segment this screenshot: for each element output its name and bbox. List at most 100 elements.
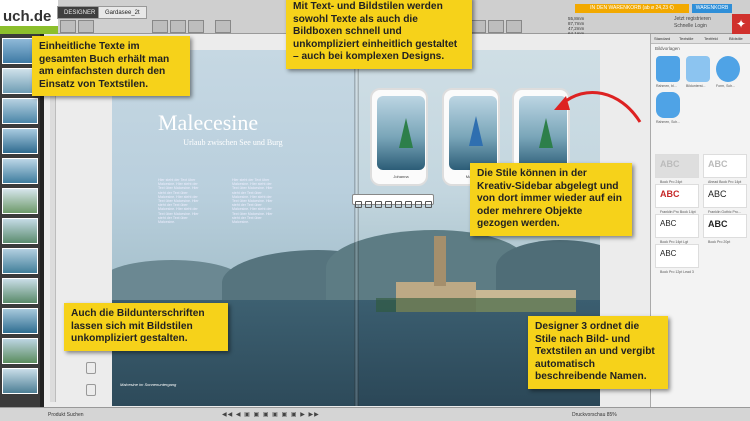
thumbnail[interactable] (2, 158, 38, 184)
thumbnail[interactable] (2, 188, 38, 214)
add-to-cart-button[interactable]: IN DEN WARENKORB (ab ø 24,23 €) (575, 4, 689, 13)
thumbnail[interactable] (2, 338, 38, 364)
sail-shape (399, 118, 413, 148)
castle-tower (434, 236, 446, 286)
text-style-sample: ABC (660, 159, 680, 169)
rotate-icon[interactable] (385, 201, 392, 208)
callout-image-captions: Auch die Bildunterschriften lassen sich … (64, 303, 228, 351)
undo-icon[interactable] (60, 20, 76, 33)
thumbnail[interactable] (2, 278, 38, 304)
image-tool-icon[interactable] (170, 20, 186, 33)
tab-designer[interactable]: DESIGNER (57, 6, 103, 19)
left-page[interactable]: Malecesine Urlaub zwischen See und Burg … (112, 50, 382, 406)
shape-tool-icon[interactable] (188, 20, 204, 33)
layers-icon[interactable] (415, 201, 422, 208)
image-caption[interactable]: Johanna (378, 174, 424, 179)
tab-bildstile[interactable]: Bildstile (729, 36, 743, 41)
filter-icon[interactable] (395, 201, 402, 208)
tab-standard[interactable]: Standard (654, 36, 670, 41)
logo-text: uch.de (3, 8, 52, 25)
windsurfer-photo (377, 96, 425, 170)
trash-icon[interactable] (86, 384, 96, 396)
redo-icon[interactable] (78, 20, 94, 33)
text-style-item[interactable]: ABC Book Pro 12pt Lead 3 (655, 244, 699, 274)
image-caption-left[interactable]: Malcesine im Sonnenuntergang (120, 382, 176, 387)
trees (376, 298, 576, 312)
bottom-toolbar: Produkt Suchen ◀◀ ◀ ▣ ▣ ▣ ▣ ▣ ▣ ▶ ▶▶ Dru… (44, 407, 750, 421)
body-text-column-1[interactable]: Hier steht der Text über Malcesine. Hier… (158, 178, 204, 224)
thumbnail[interactable] (2, 218, 38, 244)
windsurfer-photo (449, 96, 497, 170)
panel-title: Bildvorlagen (655, 46, 680, 51)
print-preview-zoom[interactable]: Druckvorschau 85% (572, 412, 617, 418)
text-style-sample: ABC (708, 159, 728, 169)
text-style-item[interactable]: ABC Ahead Book Pro 14pt (703, 154, 747, 184)
login-link[interactable]: Schnelle Login (674, 23, 711, 30)
sidebar-tabs: Standard Textstile Textfeld Bildstile (651, 34, 750, 44)
arrange-icon[interactable] (470, 20, 486, 33)
text-style-item[interactable]: ABC Book Pro 24pt (655, 154, 699, 184)
logo-bar (0, 26, 58, 34)
crop-icon[interactable] (355, 201, 362, 208)
red-arrow-icon (554, 90, 642, 123)
page-icon[interactable] (86, 362, 96, 374)
text-style-sample: ABC (660, 249, 677, 258)
image-style-swatch[interactable] (686, 56, 710, 82)
thumbnail[interactable] (2, 368, 38, 394)
page-title[interactable]: Malecesine (158, 110, 308, 136)
image-box-1[interactable]: Johanna (370, 88, 428, 186)
sail-shape (469, 116, 483, 146)
text-style-item[interactable]: ABC Book Pro 20pt (703, 214, 747, 244)
account-links: Jetzt registrieren Schnelle Login (674, 16, 711, 30)
position-readout: 55,8mm 87,7mm 47,2mm 64,1mm (568, 16, 584, 36)
layout-tool-icon[interactable] (215, 20, 231, 33)
text-style-name: Book Pro 20pt (708, 240, 731, 244)
brand-logo[interactable]: uch.de (0, 0, 58, 34)
image-style-swatch[interactable] (656, 56, 680, 82)
text-style-item[interactable]: ABC Franklin Gothic Pro... (703, 184, 747, 214)
delete-icon[interactable] (506, 20, 522, 33)
designer-app: uch.de DESIGNER Gardasee_2t 55,8mm 87,7m… (0, 0, 750, 421)
swatch-label: Bildunterst... (686, 84, 706, 88)
cart-button[interactable]: WARENKORB (692, 4, 732, 13)
thumbnail[interactable] (2, 98, 38, 124)
thumbnail[interactable] (2, 308, 38, 334)
swatch-label: Rahmen, Sch... (656, 120, 681, 124)
register-link[interactable]: Jetzt registrieren (674, 16, 711, 23)
body-text-column-2[interactable]: Hier steht der Text über Malcesine. Hier… (232, 178, 278, 224)
tab-project[interactable]: Gardasee_2t (98, 6, 147, 19)
text-style-sample: ABC (708, 189, 727, 199)
text-style-sample: ABC (660, 219, 677, 228)
style-icon[interactable] (375, 201, 382, 208)
image-style-swatch[interactable] (716, 56, 740, 82)
callout-text-image-styles: Mit Text- und Bildstilen werden sowohl T… (286, 0, 472, 69)
callout-creative-sidebar: Die Stile können in der Kreativ-Sidebar … (470, 163, 632, 236)
close-icon[interactable] (425, 201, 432, 208)
page-navigation[interactable]: ◀◀ ◀ ▣ ▣ ▣ ▣ ▣ ▣ ▶ ▶▶ (222, 411, 320, 419)
image-toolbar (352, 194, 434, 208)
image-style-swatch[interactable] (656, 92, 680, 118)
text-style-sample: ABC (708, 219, 728, 229)
text-style-name: Book Pro 12pt Lead 3 (660, 270, 694, 274)
book-spine (354, 50, 359, 406)
swatch-label: Form, Sch... (716, 84, 736, 88)
frame-icon[interactable] (365, 201, 372, 208)
text-style-sample: ABC (660, 189, 680, 199)
page-subtitle[interactable]: Urlaub zwischen See und Burg (178, 138, 288, 147)
text-tool-icon[interactable] (152, 20, 168, 33)
edit-icon[interactable] (405, 201, 412, 208)
thumbnail[interactable] (2, 248, 38, 274)
maple-leaf-icon: ✦ (732, 14, 750, 34)
align-icon[interactable] (488, 20, 504, 33)
tab-textfeld[interactable]: Textfeld (704, 36, 718, 41)
thumbnail[interactable] (2, 128, 38, 154)
swatch-label: Rahmen, bl... (656, 84, 677, 88)
tab-textstile[interactable]: Textstile (679, 36, 693, 41)
product-search-links[interactable]: Produkt Suchen (48, 412, 84, 418)
bottom-left-bar (0, 407, 44, 421)
callout-designer3: Designer 3 ordnet die Stile nach Bild- u… (528, 316, 668, 389)
text-style-item[interactable]: ABC Book Pro 14pt Lgt (655, 214, 699, 244)
callout-text-styles: Einheitliche Texte im gesamten Buch erhä… (32, 36, 190, 96)
text-style-item[interactable]: ABC Franklin Pro Book 14pt (655, 184, 699, 214)
vertical-ruler (50, 42, 56, 402)
